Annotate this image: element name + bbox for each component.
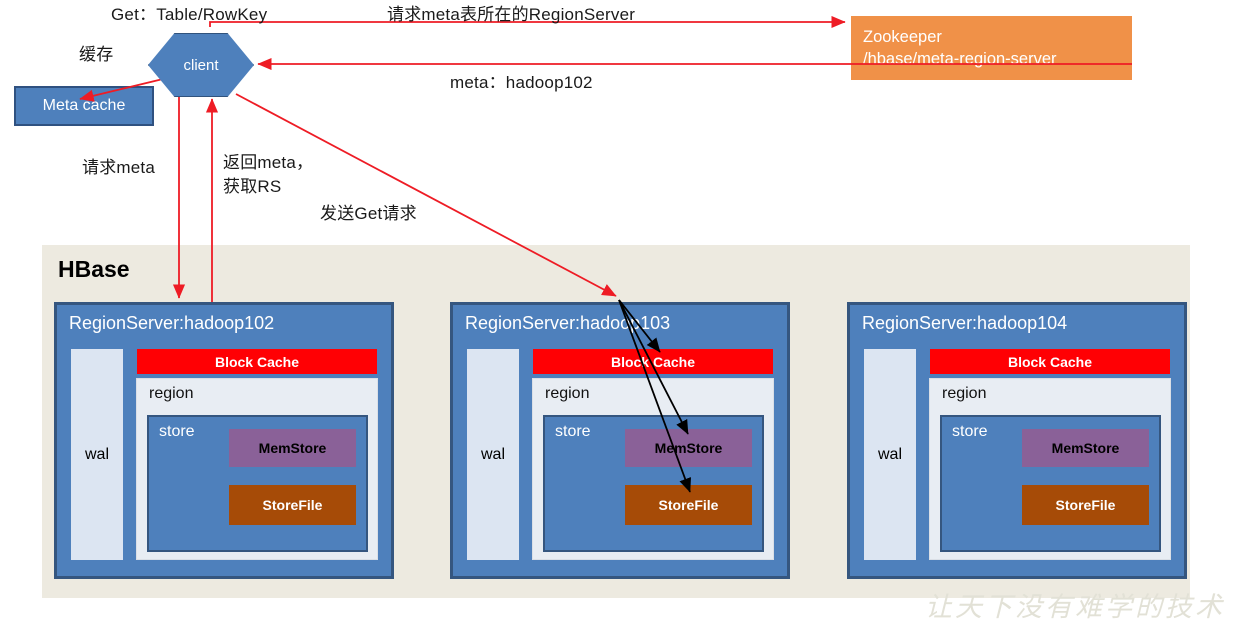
- storefile-block: StoreFile: [1022, 485, 1149, 525]
- label-send-get-request: 发送Get请求: [320, 204, 417, 223]
- zookeeper-label-line1: Zookeeper: [863, 27, 942, 46]
- label-return-meta-line2: 获取RS: [223, 177, 282, 196]
- label-cache: 缓存: [79, 45, 114, 64]
- zookeeper-node: Zookeeper /hbase/meta-region-server: [851, 16, 1132, 80]
- hbase-title: HBase: [58, 256, 130, 282]
- client-label: client: [183, 56, 219, 74]
- region-server-hadoop104: RegionServer:hadoop104 wal Block Cache r…: [847, 302, 1187, 579]
- region-label: region: [942, 385, 987, 402]
- region-server-title: RegionServer:hadoop102: [69, 313, 275, 333]
- zookeeper-label-line2: /hbase/meta-region-server: [863, 50, 1057, 68]
- label-meta-hadoop102: meta：hadoop102: [450, 73, 593, 92]
- meta-cache-label: Meta cache: [42, 97, 126, 114]
- storefile-block: StoreFile: [625, 485, 752, 525]
- client-node: client: [148, 33, 254, 97]
- store-label: store: [159, 423, 195, 440]
- region-block: region store MemStore StoreFile: [532, 378, 774, 560]
- block-cache-block: Block Cache: [930, 349, 1170, 374]
- diagram-canvas: HBase RegionServer:hadoop102 wal Block C…: [0, 0, 1236, 632]
- memstore-block: MemStore: [1022, 429, 1149, 467]
- block-cache-block: Block Cache: [533, 349, 773, 374]
- region-label: region: [149, 385, 194, 402]
- storefile-block: StoreFile: [229, 485, 356, 525]
- region-server-hadoop103: RegionServer:hadoop103 wal Block Cache r…: [450, 302, 790, 579]
- label-request-meta: 请求meta: [82, 158, 155, 177]
- block-cache-block: Block Cache: [137, 349, 377, 374]
- wal-block: wal: [467, 349, 519, 560]
- store-block: store MemStore StoreFile: [543, 415, 764, 552]
- region-server-title: RegionServer:hadoop103: [465, 313, 671, 333]
- memstore-block: MemStore: [229, 429, 356, 467]
- wal-block: wal: [71, 349, 123, 560]
- label-get-request: Get：Table/RowKey: [111, 5, 268, 24]
- store-label: store: [952, 423, 988, 440]
- meta-cache-node: Meta cache: [14, 86, 154, 126]
- region-block: region store MemStore StoreFile: [136, 378, 378, 560]
- store-label: store: [555, 423, 591, 440]
- wal-block: wal: [864, 349, 916, 560]
- store-block: store MemStore StoreFile: [147, 415, 368, 552]
- label-return-meta-line1: 返回meta，: [223, 153, 314, 172]
- store-block: store MemStore StoreFile: [940, 415, 1161, 552]
- label-request-meta-regionserver: 请求meta表所在的RegionServer: [387, 5, 636, 24]
- region-block: region store MemStore StoreFile: [929, 378, 1171, 560]
- region-server-hadoop102: RegionServer:hadoop102 wal Block Cache r…: [54, 302, 394, 579]
- region-server-title: RegionServer:hadoop104: [862, 313, 1068, 333]
- watermark: 让天下没有难学的技术: [925, 592, 1225, 623]
- region-label: region: [545, 385, 590, 402]
- memstore-block: MemStore: [625, 429, 752, 467]
